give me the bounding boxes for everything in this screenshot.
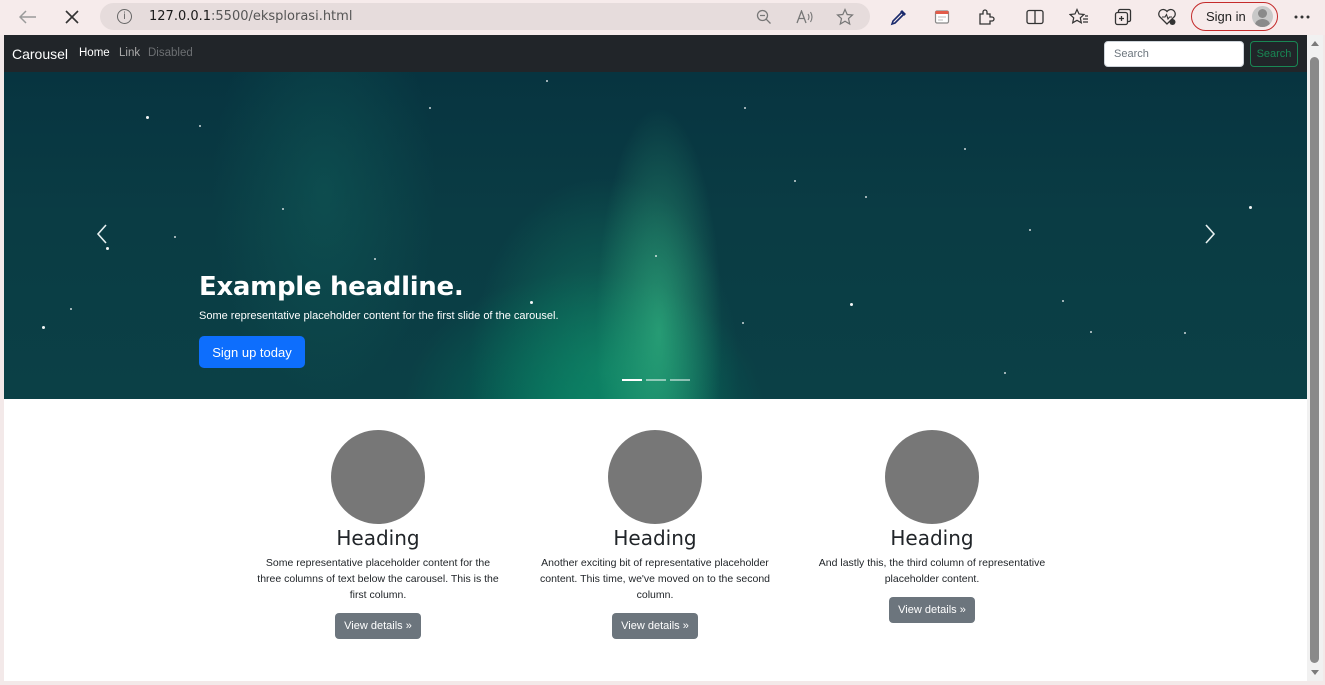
column-heading: Heading <box>613 526 697 550</box>
carousel-next-control[interactable] <box>1200 222 1220 246</box>
star-decoration <box>1249 206 1252 209</box>
star-decoration <box>1184 332 1186 334</box>
star-decoration <box>1090 331 1092 333</box>
info-icon[interactable]: i <box>117 9 132 24</box>
star-decoration <box>530 301 533 304</box>
star-decoration <box>1029 229 1031 231</box>
carousel-caption: Some representative placeholder content … <box>199 310 559 322</box>
column-text: Another exciting bit of representative p… <box>539 557 771 601</box>
split-screen-icon[interactable] <box>1023 5 1047 29</box>
star-decoration <box>1062 300 1064 302</box>
read-aloud-icon[interactable] <box>795 7 815 27</box>
star-decoration <box>70 308 72 310</box>
browser-toolbar: i 127.0.0.1:5500/eksplorasi.html Sign in <box>0 0 1325 35</box>
navbar: Carousel Home Link Disabled Search <box>4 35 1307 72</box>
sign-up-button[interactable]: Sign up today <box>199 336 305 368</box>
carousel-indicators <box>622 379 690 381</box>
view-details-button[interactable]: View details » <box>889 597 975 623</box>
star-decoration <box>199 125 201 127</box>
carousel-prev-control[interactable] <box>92 222 112 246</box>
carousel-headline: Example headline. <box>199 272 464 302</box>
nav-link-link[interactable]: Link <box>119 47 140 59</box>
carousel-indicator-1[interactable] <box>622 379 642 381</box>
favorite-star-icon[interactable] <box>835 7 855 27</box>
star-decoration <box>865 196 867 198</box>
scroll-up-arrow-icon[interactable] <box>1311 41 1319 46</box>
sign-in-label: Sign in <box>1206 9 1246 24</box>
star-decoration <box>282 208 284 210</box>
extensions-icon[interactable] <box>974 5 998 29</box>
scrollbar-thumb[interactable] <box>1310 57 1319 663</box>
carousel: Example headline. Some representative pl… <box>4 72 1307 399</box>
collections-icon[interactable] <box>1111 5 1135 29</box>
nav-link-home[interactable]: Home <box>79 47 110 59</box>
sign-in-button[interactable]: Sign in <box>1191 2 1278 31</box>
url-path: :5500/eksplorasi.html <box>211 9 353 24</box>
eyedropper-icon[interactable] <box>887 5 911 29</box>
zoom-out-icon[interactable] <box>754 7 774 27</box>
favorites-icon[interactable] <box>1067 5 1091 29</box>
star-decoration <box>42 326 45 329</box>
more-menu-icon[interactable] <box>1290 5 1314 29</box>
browser-essentials-icon[interactable] <box>1155 5 1179 29</box>
column-text: And lastly this, the third column of rep… <box>818 557 1046 585</box>
star-decoration <box>655 255 657 257</box>
star-decoration <box>964 148 966 150</box>
avatar <box>1252 6 1273 27</box>
url-text: 127.0.0.1:5500/eksplorasi.html <box>149 9 352 24</box>
url-host: 127.0.0.1 <box>149 9 212 24</box>
view-details-button[interactable]: View details » <box>335 613 421 639</box>
scroll-down-arrow-icon[interactable] <box>1311 670 1319 675</box>
marketing-column-2: Heading Another exciting bit of represen… <box>530 430 780 639</box>
marketing-column-3: Heading And lastly this, the third colum… <box>807 430 1057 623</box>
stop-loading-icon[interactable] <box>58 3 86 31</box>
column-text: Some representative placeholder content … <box>257 557 499 601</box>
column-heading: Heading <box>336 526 420 550</box>
navbar-brand[interactable]: Carousel <box>12 46 68 62</box>
star-decoration <box>429 107 431 109</box>
view-details-button[interactable]: View details » <box>612 613 698 639</box>
back-arrow-icon[interactable] <box>14 3 42 31</box>
placeholder-image <box>885 430 979 524</box>
star-decoration <box>744 107 746 109</box>
chevron-right-icon <box>1205 224 1216 244</box>
star-decoration <box>374 258 376 260</box>
placeholder-image <box>331 430 425 524</box>
vertical-scrollbar[interactable] <box>1307 35 1323 681</box>
column-heading: Heading <box>890 526 974 550</box>
star-decoration <box>850 303 853 306</box>
placeholder-image <box>608 430 702 524</box>
page-viewport: Carousel Home Link Disabled Search Searc… <box>4 35 1307 681</box>
star-decoration <box>794 180 796 182</box>
address-bar[interactable]: i 127.0.0.1:5500/eksplorasi.html <box>100 3 870 30</box>
star-decoration <box>546 80 548 82</box>
nav-link-disabled: Disabled <box>148 47 193 59</box>
marketing-column-1: Heading Some representative placeholder … <box>253 430 503 639</box>
search-button[interactable]: Search <box>1250 41 1298 67</box>
star-decoration <box>742 322 744 324</box>
carousel-indicator-2[interactable] <box>646 379 666 381</box>
star-decoration <box>1004 372 1006 374</box>
carousel-indicator-3[interactable] <box>670 379 690 381</box>
star-decoration <box>174 236 176 238</box>
chevron-left-icon <box>96 224 107 244</box>
web-capture-icon[interactable] <box>930 5 954 29</box>
star-decoration <box>106 247 109 250</box>
star-decoration <box>146 116 149 119</box>
search-input[interactable] <box>1104 41 1244 67</box>
